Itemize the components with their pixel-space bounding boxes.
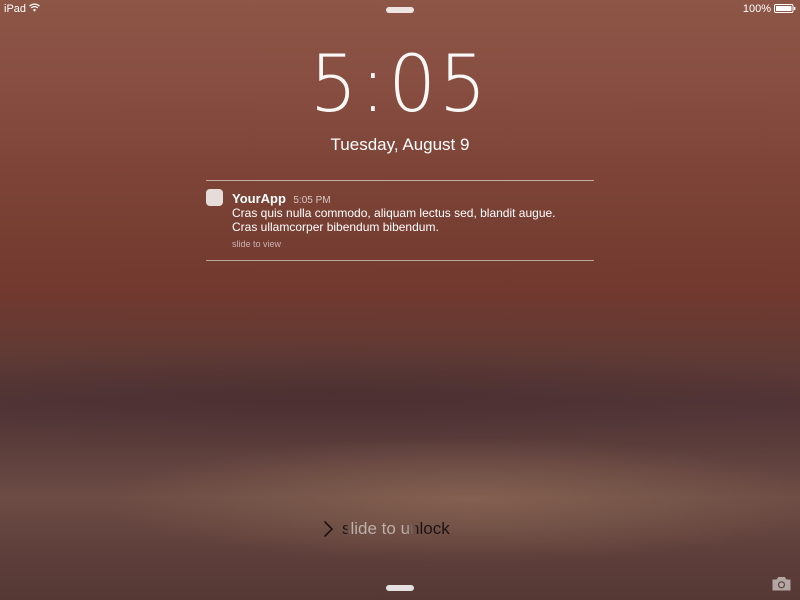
slide-to-unlock-label: slide to unlock [342, 519, 450, 538]
notification-center-grabber[interactable] [386, 7, 414, 13]
app-icon [206, 189, 223, 206]
chevron-right-icon [324, 521, 333, 537]
battery-icon [774, 4, 796, 13]
notification-body: Cras quis nulla commodo, aliquam lectus … [232, 206, 592, 234]
notification-action-hint: slide to view [232, 239, 282, 249]
camera-icon[interactable] [771, 575, 792, 592]
battery-percentage: 100% [742, 3, 771, 15]
lock-screen-clock: 5:05 [0, 40, 800, 131]
notification-app-name: YourApp [232, 191, 286, 206]
notification-line-1: Cras quis nulla commodo, aliquam lectus … [232, 206, 556, 220]
device-name: iPad [4, 3, 27, 15]
notification-card[interactable]: YourApp 5:05 PM Cras quis nulla commodo,… [206, 180, 594, 261]
notification-line-2: Cras ullamcorper bibendum bibendum. [232, 220, 439, 234]
wifi-icon [29, 3, 40, 12]
control-center-grabber[interactable] [386, 585, 414, 591]
lock-screen-date: Tuesday, August 9 [330, 135, 470, 154]
notification-time: 5:05 PM [293, 195, 331, 206]
clock-time: 5:05 [310, 40, 490, 131]
